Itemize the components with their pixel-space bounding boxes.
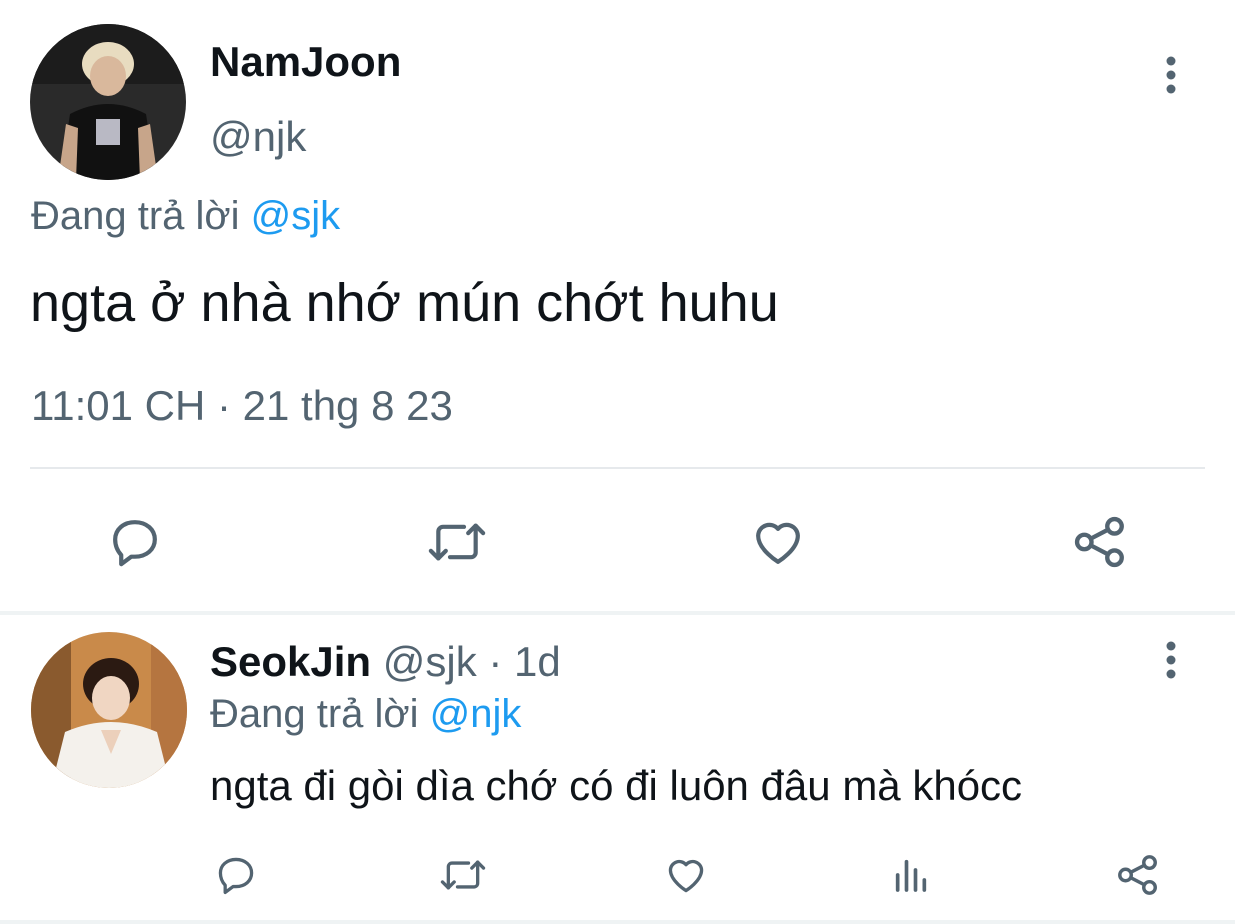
reply-tweet-text: ngta đi gòi dìa chớ có đi luôn đâu mà kh…: [210, 762, 1023, 809]
share-icon: [1118, 855, 1157, 895]
reply-tweet-replying-to: Đang trả lời @njk: [210, 692, 521, 737]
reply-icon: [113, 520, 157, 567]
user-photo-avatar-icon: [31, 632, 187, 788]
like-icon: [668, 859, 704, 893]
main-tweet-text: ngta ở nhà nhớ mún chớt huhu: [30, 273, 779, 333]
main-retweet-button[interactable]: [424, 512, 490, 572]
reply-tweet-header: SeokJin @sjk · 1d: [210, 638, 561, 686]
like-icon: [756, 522, 800, 564]
reply-tweet-more-icon[interactable]: [1161, 640, 1181, 680]
main-reply-button[interactable]: [104, 512, 166, 572]
main-tweet-divider: [30, 467, 1205, 469]
reply-tweet-handle[interactable]: @sjk: [383, 638, 477, 685]
user-photo-avatar-icon: [30, 24, 186, 180]
replying-prefix: Đang trả lời: [31, 194, 251, 238]
main-tweet-timestamp[interactable]: 11:01 CH · 21 thg 8 23: [31, 382, 453, 430]
bottom-divider: [0, 920, 1235, 924]
main-share-button[interactable]: [1070, 512, 1130, 572]
reply-tweet-display-name[interactable]: SeokJin: [210, 638, 371, 685]
retweet-icon: [440, 860, 486, 890]
reply-icon: [218, 857, 254, 895]
main-tweet-more-icon[interactable]: [1161, 55, 1181, 95]
replying-mention-link[interactable]: @njk: [430, 692, 522, 736]
section-divider: [0, 611, 1235, 615]
reply-tweet-separator: ·: [476, 638, 515, 685]
reply-like-button[interactable]: [662, 852, 710, 898]
share-icon: [1074, 516, 1124, 568]
main-tweet-avatar[interactable]: [30, 24, 186, 180]
retweet-icon: [428, 523, 486, 561]
reply-tweet-avatar[interactable]: [31, 632, 187, 788]
main-tweet-display-name[interactable]: NamJoon: [210, 38, 401, 86]
replying-prefix: Đang trả lời: [210, 692, 430, 736]
views-icon: [895, 859, 927, 892]
reply-share-button[interactable]: [1114, 852, 1162, 898]
reply-tweet-age[interactable]: 1d: [514, 638, 561, 685]
reply-reply-button[interactable]: [212, 852, 260, 898]
main-tweet-handle[interactable]: @njk: [210, 113, 306, 161]
reply-views-button[interactable]: [888, 852, 934, 898]
main-like-button[interactable]: [748, 512, 808, 572]
reply-retweet-button[interactable]: [436, 852, 490, 898]
replying-mention-link[interactable]: @sjk: [251, 194, 341, 238]
main-tweet-replying-to: Đang trả lời @sjk: [31, 194, 340, 239]
